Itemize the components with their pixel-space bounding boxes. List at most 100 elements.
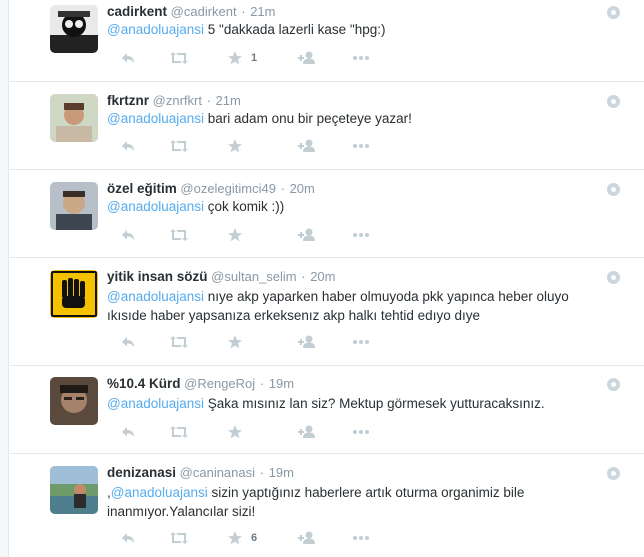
follow-icon[interactable]: [297, 529, 317, 547]
favorite-count: 1: [251, 52, 258, 64]
separator: ·: [280, 181, 285, 196]
retweet-icon[interactable]: [169, 423, 189, 441]
more-icon[interactable]: [351, 49, 371, 67]
tweet-username[interactable]: @znrfkrt: [153, 93, 202, 108]
tweet-item[interactable]: denizanasi @caninanasi · 19m ,@anadoluaj…: [10, 454, 644, 557]
avatar[interactable]: [50, 466, 98, 514]
more-icon[interactable]: [351, 137, 371, 155]
tweet-menu-icon[interactable]: [607, 271, 620, 284]
more-icon[interactable]: [351, 333, 371, 351]
avatar[interactable]: [50, 377, 98, 425]
tweet-item[interactable]: özel eğitim @ozelegitimci49 · 20m @anado…: [10, 170, 644, 258]
reply-icon[interactable]: [119, 137, 137, 155]
follow-icon[interactable]: [297, 137, 317, 155]
tweet-header: cadirkent @cadirkent · 21m: [107, 4, 276, 20]
mention-link[interactable]: @anadoluajansi: [107, 199, 204, 214]
tweet-body: çok komik :)): [204, 199, 285, 214]
mention-link[interactable]: @anadoluajansi: [107, 111, 204, 126]
tweet-timeline: cadirkent @cadirkent · 21m @anadoluajans…: [10, 0, 644, 557]
tweet-timestamp[interactable]: 20m: [290, 181, 315, 196]
tweet-username[interactable]: @ozelegitimci49: [180, 181, 276, 196]
avatar[interactable]: [50, 270, 98, 318]
tweet-username[interactable]: @cadirkent: [171, 4, 237, 19]
favorite-star-icon[interactable]: [227, 226, 243, 244]
tweet-timestamp[interactable]: 21m: [216, 93, 241, 108]
tweet-timestamp[interactable]: 19m: [269, 376, 294, 391]
more-icon[interactable]: [351, 226, 371, 244]
tweet-header: yitik insan sözü @sultan_selim · 20m: [107, 269, 336, 285]
tweet-fullname[interactable]: %10.4 Kürd: [107, 376, 181, 391]
avatar[interactable]: [50, 5, 98, 53]
avatar[interactable]: [50, 182, 98, 230]
tweet-menu-icon[interactable]: [607, 6, 620, 19]
retweet-icon[interactable]: [169, 226, 189, 244]
tweet-text: @anadoluajansi bari adam onu bir peçetey…: [107, 109, 617, 128]
separator: ·: [259, 465, 264, 480]
mention-link[interactable]: @anadoluajansi: [107, 22, 204, 37]
mention-link[interactable]: @anadoluajansi: [107, 289, 204, 304]
tweet-body: Şaka mısınız lan siz? Mektup görmesek yu…: [204, 396, 545, 411]
avatar[interactable]: [50, 94, 98, 142]
left-frame-edge: [0, 0, 9, 557]
tweet-menu-icon[interactable]: [607, 95, 620, 108]
separator: ·: [259, 376, 265, 391]
tweet-header: %10.4 Kürd @RengeRoj · 19m: [107, 376, 294, 392]
reply-icon[interactable]: [119, 333, 137, 351]
tweet-header: özel eğitim @ozelegitimci49 · 20m: [107, 181, 315, 197]
tweet-fullname[interactable]: yitik insan sözü: [107, 269, 208, 284]
tweet-text: @anadoluajansi 5 "dakkada lazerli kase "…: [107, 20, 617, 39]
separator: ·: [301, 269, 306, 284]
tweet-text: ,@anadoluajansi sizin yaptığınız haberle…: [107, 483, 577, 521]
tweet-timestamp[interactable]: 20m: [310, 269, 335, 284]
retweet-icon[interactable]: [169, 333, 189, 351]
tweet-username[interactable]: @caninanasi: [180, 465, 255, 480]
tweet-actions: 1: [107, 49, 407, 67]
tweet-item[interactable]: fkrtznr @znrfkrt · 21m @anadoluajansi ba…: [10, 82, 644, 170]
separator: ·: [206, 93, 211, 108]
more-icon[interactable]: [351, 529, 371, 547]
favorite-star-icon[interactable]: [227, 333, 243, 351]
tweet-text: @anadoluajansi çok komik :)): [107, 197, 617, 216]
tweet-body: 5 "dakkada lazerli kase "hpg:): [204, 22, 386, 37]
tweet-fullname[interactable]: özel eğitim: [107, 181, 177, 196]
tweet-body: bari adam onu bir peçeteye yazar!: [204, 111, 412, 126]
tweet-item[interactable]: %10.4 Kürd @RengeRoj · 19m @anadoluajans…: [10, 366, 644, 454]
retweet-icon[interactable]: [169, 49, 189, 67]
reply-icon[interactable]: [119, 226, 137, 244]
tweet-fullname[interactable]: fkrtznr: [107, 93, 149, 108]
follow-icon[interactable]: [297, 226, 317, 244]
follow-icon[interactable]: [297, 333, 317, 351]
tweet-menu-icon[interactable]: [607, 467, 620, 480]
tweet-timestamp[interactable]: 21m: [250, 4, 275, 19]
favorite-star-icon[interactable]: [227, 529, 243, 547]
reply-icon[interactable]: [119, 49, 137, 67]
tweet-actions: [107, 226, 407, 244]
mention-link[interactable]: @anadoluajansi: [111, 485, 208, 500]
tweet-menu-icon[interactable]: [607, 378, 620, 391]
follow-icon[interactable]: [297, 423, 317, 441]
favorite-star-icon[interactable]: [227, 49, 243, 67]
tweet-menu-icon[interactable]: [607, 183, 620, 196]
mention-link[interactable]: @anadoluajansi: [107, 396, 204, 411]
tweet-fullname[interactable]: denizanasi: [107, 465, 176, 480]
follow-icon[interactable]: [297, 49, 317, 67]
tweet-actions: [107, 333, 407, 351]
reply-icon[interactable]: [119, 529, 137, 547]
tweet-text: @anadoluajansi Şaka mısınız lan siz? Mek…: [107, 394, 617, 413]
favorite-count: 6: [251, 532, 258, 544]
more-icon[interactable]: [351, 423, 371, 441]
separator: ·: [241, 4, 246, 19]
reply-icon[interactable]: [119, 423, 137, 441]
retweet-icon[interactable]: [169, 137, 189, 155]
tweet-timestamp[interactable]: 19m: [269, 465, 294, 480]
favorite-star-icon[interactable]: [227, 423, 243, 441]
tweet-item[interactable]: yitik insan sözü @sultan_selim · 20m @an…: [10, 258, 644, 366]
tweet-item[interactable]: cadirkent @cadirkent · 21m @anadoluajans…: [10, 0, 644, 82]
tweet-username[interactable]: @sultan_selim: [211, 269, 296, 284]
retweet-icon[interactable]: [169, 529, 189, 547]
tweet-actions: [107, 423, 407, 441]
tweet-username[interactable]: @RengeRoj: [184, 376, 255, 391]
tweet-header: denizanasi @caninanasi · 19m: [107, 465, 294, 481]
tweet-fullname[interactable]: cadirkent: [107, 4, 167, 19]
favorite-star-icon[interactable]: [227, 137, 243, 155]
